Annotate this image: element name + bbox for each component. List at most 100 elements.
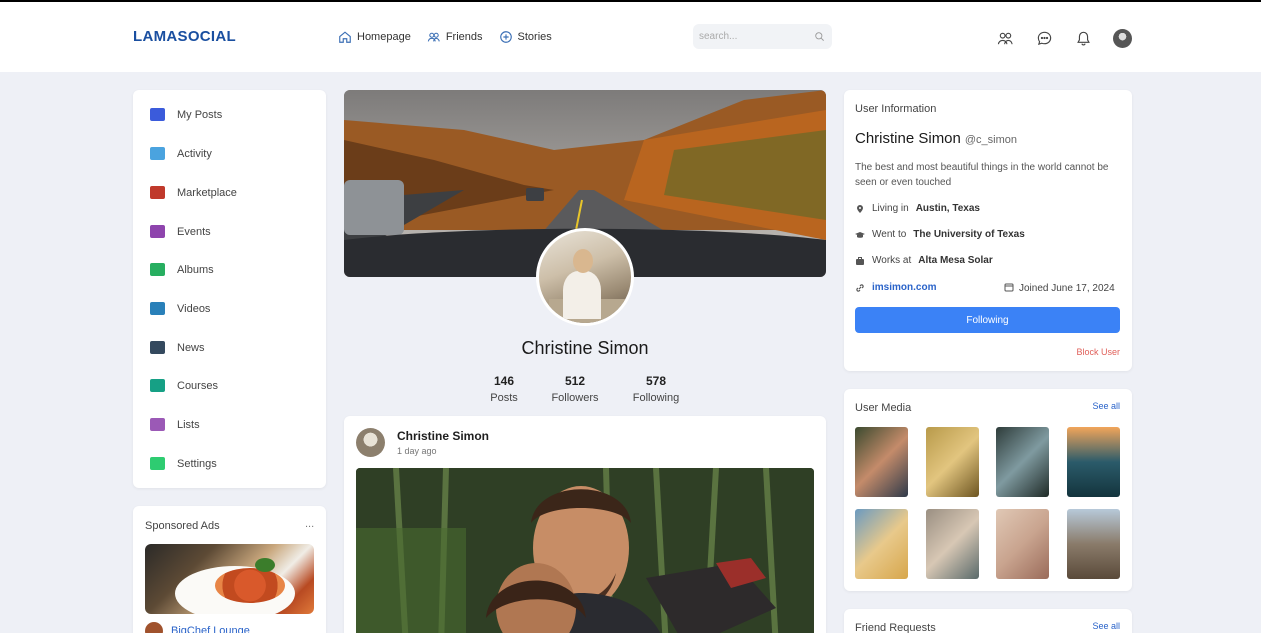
school-value: The University of Texas [913, 229, 1025, 240]
user-info-name-row: Christine Simon @c_simon [855, 130, 1017, 147]
stat-label: Posts [490, 392, 518, 404]
profile-name: Christine Simon [521, 338, 649, 358]
work-value: Alta Mesa Solar [918, 255, 993, 266]
stat-posts[interactable]: 146 Posts [474, 374, 534, 404]
media-thumbnail-3[interactable] [996, 427, 1049, 497]
menu-item-label: My Posts [177, 108, 223, 121]
people-icon[interactable] [996, 29, 1015, 48]
post-author-avatar[interactable] [356, 428, 385, 457]
user-info-username: @c_simon [964, 134, 1018, 146]
menu-item-label: Activity [177, 147, 212, 160]
more-options-icon[interactable]: ... [305, 518, 314, 530]
news-icon [150, 341, 165, 354]
stat-followers[interactable]: 512 Followers [545, 374, 605, 404]
menu-item-events[interactable]: Events [150, 225, 211, 238]
menu-item-activity[interactable]: Activity [150, 147, 212, 160]
media-thumbnail-7[interactable] [996, 509, 1049, 579]
user-media-card: User Media See all [844, 389, 1132, 591]
friend-requests-see-all[interactable]: See all [1092, 621, 1120, 631]
app-logo[interactable]: LAMASOCIAL [133, 28, 236, 45]
menu-item-courses[interactable]: Courses [150, 379, 218, 392]
user-media-title: User Media [855, 402, 912, 414]
stat-label: Followers [551, 392, 599, 404]
menu-item-my-posts[interactable]: My Posts [150, 108, 222, 121]
nav-link-stories[interactable]: Stories [499, 30, 552, 44]
nav-link-homepage[interactable]: Homepage [338, 30, 411, 44]
media-thumbnail-8[interactable] [1067, 509, 1120, 579]
home-icon [338, 30, 352, 44]
stat-number: 512 [564, 374, 586, 388]
media-thumbnail-1[interactable] [855, 427, 908, 497]
media-thumbnail-6[interactable] [926, 509, 979, 579]
messages-icon[interactable] [1035, 29, 1054, 48]
user-info-name: Christine Simon [855, 130, 961, 147]
work-prefix: Works at [872, 255, 912, 266]
search-bar [693, 24, 832, 49]
media-thumbnail-4[interactable] [1067, 427, 1120, 497]
user-info-description: The best and most beautiful things in th… [855, 162, 1109, 188]
location-pin-icon [855, 204, 865, 214]
graduation-cap-icon [855, 230, 865, 240]
sponsored-ads-card: Sponsored Ads ... BigChef Lounge [133, 506, 326, 633]
calendar-icon [1004, 282, 1014, 295]
nav-link-label: Stories [517, 31, 552, 43]
living-value: Austin, Texas [915, 203, 980, 214]
friend-requests-card: Friend Requests See all [844, 609, 1132, 633]
marketplace-icon [150, 186, 165, 199]
menu-item-label: Marketplace [177, 186, 237, 199]
posts-icon [150, 108, 165, 121]
activity-icon [150, 147, 165, 160]
menu-item-label: Events [177, 225, 211, 238]
settings-icon [150, 457, 165, 470]
pasta-shape [215, 568, 285, 603]
lists-icon [150, 418, 165, 431]
post-image[interactable] [356, 468, 814, 633]
block-user-link[interactable]: Block User [1076, 347, 1120, 357]
menu-item-label: Courses [177, 379, 218, 392]
user-info-joined: Joined June 17, 2024 [1004, 282, 1115, 295]
notifications-icon[interactable] [1074, 29, 1093, 48]
stat-following[interactable]: 578 Following [626, 374, 686, 404]
friends-icon [427, 30, 441, 44]
living-prefix: Living in [872, 203, 909, 214]
joined-date: Joined June 17, 2024 [1019, 283, 1115, 294]
media-thumbnail-2[interactable] [926, 427, 979, 497]
user-media-see-all[interactable]: See all [1092, 401, 1120, 411]
user-avatar[interactable] [1113, 29, 1132, 48]
menu-item-marketplace[interactable]: Marketplace [150, 186, 237, 199]
nav-link-label: Homepage [357, 31, 411, 43]
menu-item-videos[interactable]: Videos [150, 302, 210, 315]
search-input[interactable] [699, 31, 799, 42]
menu-item-albums[interactable]: Albums [150, 263, 214, 276]
head-shape [573, 249, 593, 273]
nav-link-friends[interactable]: Friends [427, 30, 483, 44]
post-author-name[interactable]: Christine Simon [397, 429, 489, 443]
user-information-card: User Information Christine Simon @c_simon… [844, 90, 1132, 371]
ad-image[interactable] [145, 544, 314, 614]
menu-item-lists[interactable]: Lists [150, 418, 200, 431]
post-scene [356, 468, 814, 633]
menu-item-label: Albums [177, 263, 214, 276]
user-info-school: Went to The University of Texas [855, 229, 1025, 240]
user-info-website[interactable]: imsimon.com [855, 282, 936, 293]
menu-item-settings[interactable]: Settings [150, 457, 217, 470]
videos-icon [150, 302, 165, 315]
user-info-work: Works at Alta Mesa Solar [855, 255, 993, 266]
media-thumbnail-5[interactable] [855, 509, 908, 579]
top-navbar: LAMASOCIAL Homepage Friends Stories [0, 2, 1261, 72]
left-menu: My Posts Activity Marketplace Events Alb… [133, 90, 326, 488]
menu-item-label: Lists [177, 418, 200, 431]
website-link[interactable]: imsimon.com [872, 282, 936, 293]
ad-brand[interactable]: BigChef Lounge [145, 622, 250, 633]
menu-item-news[interactable]: News [150, 341, 205, 354]
following-button[interactable]: Following [855, 307, 1120, 333]
herb-shape [255, 558, 275, 572]
search-icon[interactable] [812, 30, 826, 44]
user-info-title: User Information [855, 103, 937, 115]
avatar [1113, 29, 1132, 48]
ad-brand-name: BigChef Lounge [171, 625, 250, 633]
school-prefix: Went to [872, 229, 907, 240]
menu-item-label: Videos [177, 302, 211, 315]
link-icon [855, 283, 865, 293]
profile-picture[interactable] [536, 228, 634, 326]
